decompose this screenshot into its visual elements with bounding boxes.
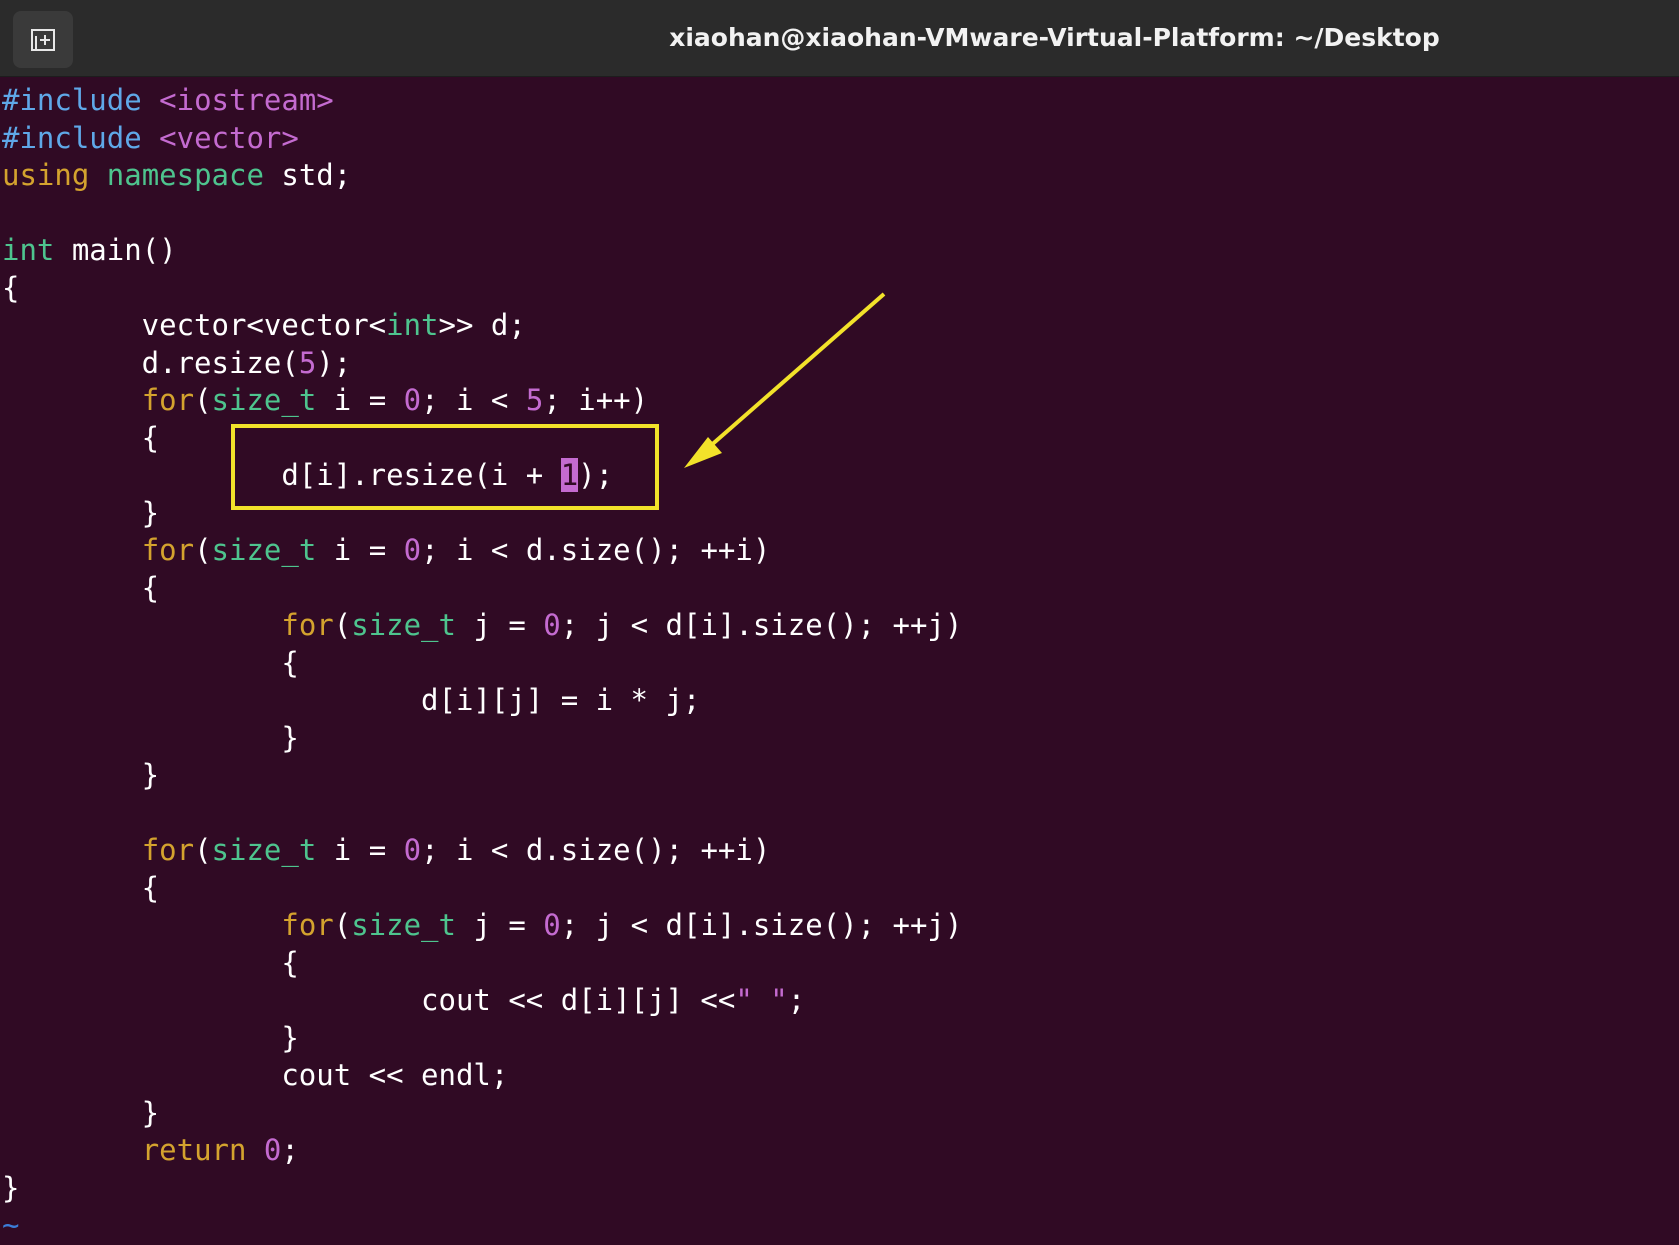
arrow-annotation	[684, 292, 886, 468]
